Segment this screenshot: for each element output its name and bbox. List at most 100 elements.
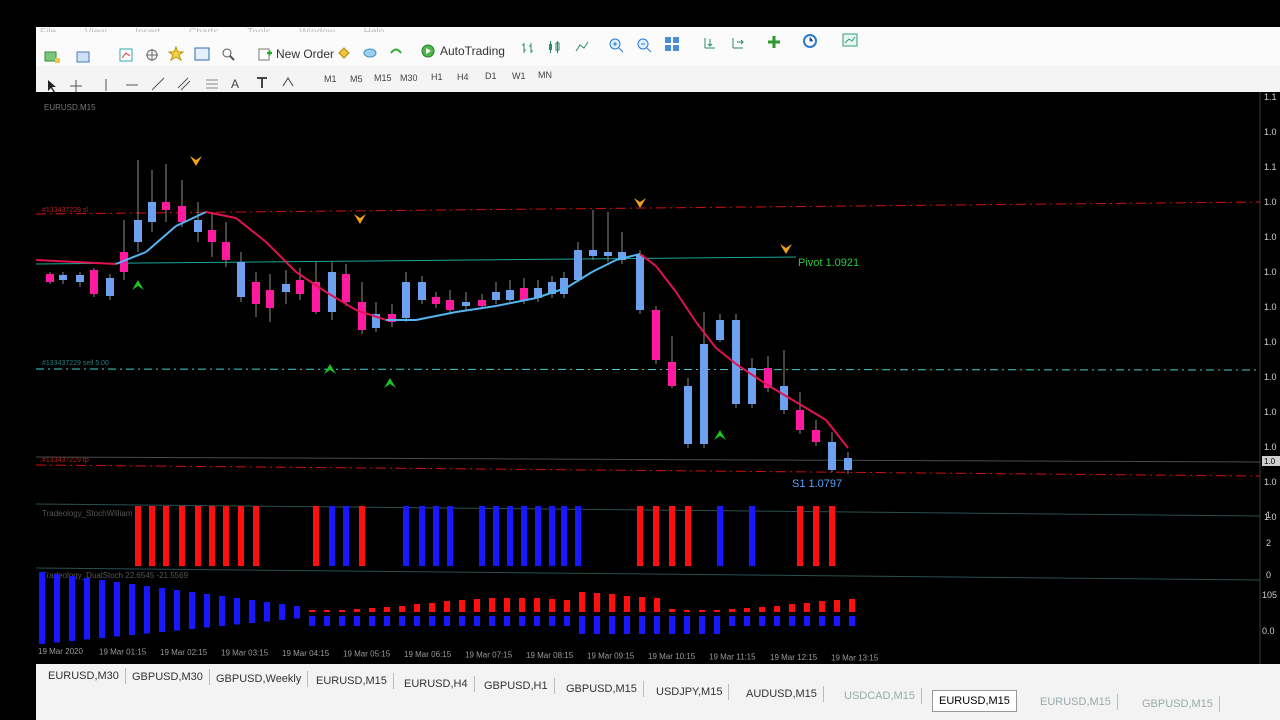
tab-usdjpy-m15[interactable]: USDJPY,M15	[650, 684, 730, 700]
time-axis-tick: 19 Mar 01:15	[99, 648, 147, 657]
signals-icon[interactable]	[362, 44, 378, 60]
candle-body	[844, 458, 852, 470]
favorites-icon[interactable]	[168, 46, 184, 62]
fibonacci-icon[interactable]	[204, 76, 220, 92]
tab-eurusd-m15[interactable]: EURUSD,M15	[310, 673, 394, 689]
chart-canvas[interactable]: #133437229 sl Pivot 1.0921 #133437229 se…	[35, 92, 1280, 664]
tab-gbpusd-weekly[interactable]: GBPUSD,Weekly	[210, 671, 309, 687]
price-axis-tick: 1.0	[1264, 442, 1277, 452]
chart-shift-icon[interactable]	[730, 35, 746, 51]
trendline-icon[interactable]	[150, 76, 166, 92]
candle-body	[296, 280, 304, 294]
candle-body	[148, 202, 156, 222]
dual-stoch-bar	[804, 603, 810, 612]
timeframe-w1[interactable]: W1	[512, 71, 526, 81]
dual-stoch-axis-tick: 0.0	[1262, 626, 1275, 636]
sell-order-label: #133437229 sell 5.00	[42, 360, 109, 367]
arrows-icon[interactable]	[280, 74, 296, 90]
autoscroll-icon[interactable]	[702, 35, 718, 51]
dual-stoch-bar	[354, 609, 360, 612]
dual-stoch-bar	[174, 590, 180, 631]
profiles-icon[interactable]	[76, 49, 92, 65]
price-axis-tick: 1.0	[1264, 477, 1277, 487]
zoom-in-icon[interactable]	[608, 37, 624, 53]
templates-icon[interactable]	[842, 32, 858, 48]
bar-chart-icon[interactable]	[520, 40, 536, 56]
strategy-tester-icon[interactable]	[220, 46, 236, 62]
tab-audusd-m15[interactable]: AUDUSD,M15	[740, 686, 824, 702]
stoch-williams-bar	[343, 506, 349, 566]
metaeditor-icon[interactable]	[336, 45, 352, 61]
dual-stoch-bar	[54, 574, 60, 643]
candle-body	[46, 274, 54, 282]
terminal-icon[interactable]	[194, 46, 210, 62]
channel-icon[interactable]	[176, 76, 192, 92]
stoch-williams-bar	[749, 506, 755, 566]
tab-gbpusd-m15[interactable]: GBPUSD,M15	[560, 681, 644, 697]
dual-stoch-bar	[819, 616, 825, 626]
dual-stoch-bar	[819, 601, 825, 612]
new-chart-icon[interactable]	[44, 49, 60, 65]
new-order-button[interactable]: New Order	[254, 43, 338, 65]
dual-stoch-bar	[429, 603, 435, 612]
timeframe-m30[interactable]: M30	[400, 73, 418, 83]
line-chart-icon[interactable]	[574, 39, 590, 55]
vps-icon[interactable]	[388, 44, 404, 60]
time-axis-tick: 19 Mar 09:15	[587, 652, 635, 661]
periods-icon[interactable]	[802, 33, 818, 49]
dual-stoch-bar	[249, 600, 255, 623]
chart-window[interactable]: #133437229 sl Pivot 1.0921 #133437229 se…	[35, 92, 1280, 664]
timeframe-m5[interactable]: M5	[350, 74, 363, 84]
horizontal-line-icon[interactable]	[124, 77, 140, 93]
stoch-williams-bar	[813, 506, 819, 566]
dual-stoch-bar	[474, 599, 480, 612]
candlestick-icon[interactable]	[546, 39, 562, 55]
zoom-out-icon[interactable]	[636, 37, 652, 53]
stoch-williams-bar	[797, 506, 803, 566]
dual-stoch-bar	[144, 586, 150, 634]
time-axis-tick: 19 Mar 05:15	[343, 650, 391, 659]
text-icon[interactable]: A	[228, 75, 244, 91]
stoch-williams-bar	[685, 506, 691, 566]
tab-eurusd-m15-active[interactable]: EURUSD,M15	[932, 690, 1017, 712]
dual-stoch-bar	[669, 609, 675, 612]
indicators-icon[interactable]	[766, 34, 782, 50]
market-watch-icon[interactable]	[118, 47, 134, 63]
stoch-williams-bar	[669, 506, 675, 566]
new-order-icon	[258, 48, 272, 61]
tab-eurusd-m30[interactable]: EURUSD,M30	[42, 668, 126, 684]
stoch-williams-bar	[179, 506, 185, 566]
vertical-line-icon[interactable]	[98, 77, 114, 93]
stoch-williams-bar	[829, 506, 835, 566]
dual-stoch-bar	[684, 610, 690, 612]
timeframe-m15[interactable]: M15	[374, 73, 392, 83]
dual-stoch-bar	[444, 601, 450, 612]
tab-usdcad-m15[interactable]: USDCAD,M15	[838, 688, 922, 704]
candle-body	[194, 220, 202, 232]
candle-body	[668, 362, 676, 386]
dual-stoch-bar	[669, 616, 675, 634]
auto-trading-button[interactable]: AutoTrading	[416, 40, 509, 62]
dual-stoch-axis-tick: 105	[1262, 590, 1277, 600]
tab-eurusd-m15-2[interactable]: EURUSD,M15	[1034, 694, 1118, 710]
stoch-williams-bar	[447, 506, 453, 566]
timeframe-h1[interactable]: H1	[431, 72, 443, 82]
tile-windows-icon[interactable]	[664, 36, 680, 52]
text-label-icon[interactable]	[254, 75, 270, 91]
dual-stoch-bar	[129, 584, 135, 635]
tab-gbpusd-m30[interactable]: GBPUSD,M30	[126, 669, 210, 685]
timeframe-d1[interactable]: D1	[485, 71, 497, 81]
time-axis-tick: 19 Mar 2020	[38, 647, 83, 656]
timeframe-h4[interactable]: H4	[457, 72, 469, 82]
timeframe-m1[interactable]: M1	[324, 74, 337, 84]
tab-gbpusd-h1[interactable]: GBPUSD,H1	[478, 678, 555, 694]
tab-eurusd-h4[interactable]: EURUSD,H4	[398, 676, 475, 692]
stop-loss-label: #133437229 sl	[42, 207, 88, 214]
stoch-williams-bar	[637, 506, 643, 566]
candle-body	[59, 275, 67, 280]
dual-stoch-bar	[399, 616, 405, 626]
navigator-icon[interactable]	[144, 47, 160, 63]
candle-body	[828, 442, 836, 470]
timeframe-mn[interactable]: MN	[538, 70, 552, 80]
tab-gbpusd-m15-2[interactable]: GBPUSD,M15	[1136, 696, 1220, 712]
